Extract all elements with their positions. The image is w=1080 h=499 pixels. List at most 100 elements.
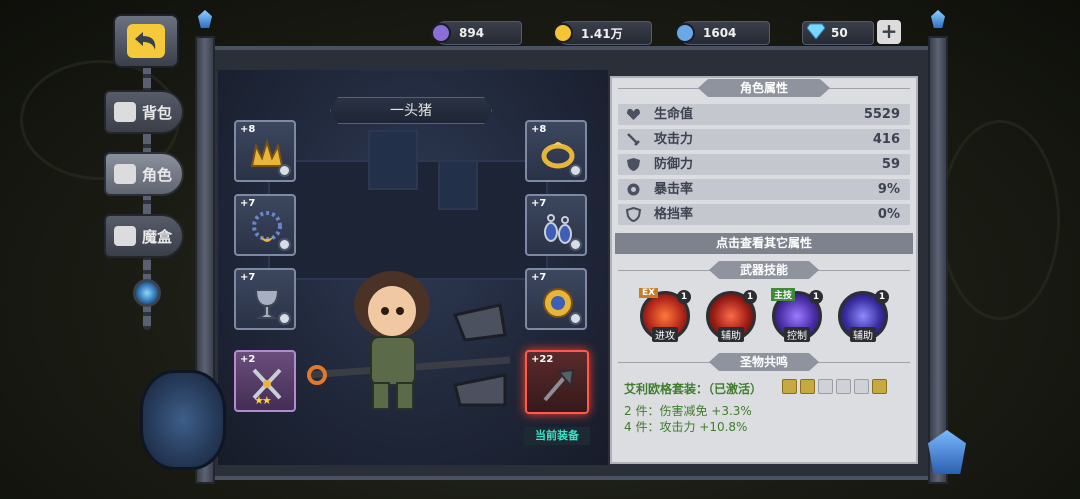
equip-slot-swords[interactable]: +2 ★★ xyxy=(234,350,296,412)
blue-orb-icon xyxy=(675,23,695,43)
stat-label: 生命值 xyxy=(654,107,694,122)
skill-tag: 主技 xyxy=(771,288,796,301)
slot-level: +2 xyxy=(240,354,256,365)
stat-row-crit: 暴击率 9% xyxy=(618,179,910,200)
equip-slot-necklace[interactable]: +7 xyxy=(234,194,296,256)
set-piece-icons xyxy=(782,379,887,394)
set-chalice-icon xyxy=(854,379,869,394)
back-arrow-icon xyxy=(135,32,156,50)
tab-character[interactable]: 角色 xyxy=(104,152,184,196)
set-amulet-icon xyxy=(872,379,887,394)
stat-row-attack: 攻击力 416 xyxy=(618,129,910,150)
stat-value: 59 xyxy=(881,157,900,172)
equip-slot-amulet[interactable]: +7 xyxy=(525,268,587,330)
view-more-attributes-button[interactable]: 点击查看其它属性 xyxy=(615,233,913,254)
sword-icon xyxy=(627,133,640,146)
current-equipment-label: 当前装备 xyxy=(524,427,590,445)
tab-label: 角色 xyxy=(142,165,173,184)
set-name[interactable]: 艾利欧格套装：（已激活） xyxy=(624,380,762,397)
battle-axe-icon xyxy=(543,368,575,402)
equip-slot-earrings[interactable]: +7 xyxy=(525,194,587,256)
slot-level: +8 xyxy=(531,124,547,135)
skill-label: 进攻 xyxy=(652,327,678,342)
skill-label: 辅助 xyxy=(850,327,876,342)
resource-gold[interactable]: 1.41万 xyxy=(553,21,652,45)
magic-box-icon xyxy=(114,226,136,246)
equip-slot-crown[interactable]: +8 xyxy=(234,120,296,182)
skill-count: 1 xyxy=(677,290,691,304)
resource-diamond[interactable]: 50 xyxy=(802,21,874,45)
stat-value: 9% xyxy=(877,182,900,197)
star-rating: ★★ xyxy=(254,394,272,407)
crit-icon xyxy=(627,183,640,196)
resource-blue[interactable]: 1604 xyxy=(675,21,770,45)
set-bonus: 2 件：伤害减免 +3.3% xyxy=(624,404,752,418)
skill-label: 控制 xyxy=(784,327,810,342)
orb-icon xyxy=(133,279,161,307)
tab-magic-box[interactable]: 魔盒 xyxy=(104,214,184,258)
tab-bag[interactable]: 背包 xyxy=(104,90,184,134)
skill-support-1[interactable]: 1 辅助 xyxy=(706,290,757,342)
heart-icon xyxy=(627,108,640,120)
purple-token-icon xyxy=(431,23,451,43)
set-ring-icon xyxy=(800,379,815,394)
tab-label: 背包 xyxy=(142,103,173,122)
resource-value: 1.41万 xyxy=(581,26,623,41)
attributes-header: 角色属性 xyxy=(698,79,830,97)
gold-coin-icon xyxy=(553,23,573,43)
stat-label: 暴击率 xyxy=(654,182,694,197)
shield-icon xyxy=(627,158,640,171)
diamond-icon xyxy=(806,23,827,43)
skill-tag: EX xyxy=(639,288,659,298)
hero-character xyxy=(306,271,511,410)
frame-post xyxy=(928,36,948,484)
skill-count: 1 xyxy=(809,290,823,304)
slot-level: +8 xyxy=(240,124,256,135)
back-button[interactable] xyxy=(113,14,179,68)
bg-vine xyxy=(940,120,1060,320)
resource-value: 894 xyxy=(459,26,485,40)
reforge-icon xyxy=(569,312,582,325)
tab-label: 魔盒 xyxy=(142,227,173,246)
add-diamond-button[interactable]: + xyxy=(877,20,901,44)
stat-value: 416 xyxy=(872,132,900,147)
rune-stone xyxy=(140,370,226,470)
reforge-icon xyxy=(569,238,582,251)
reforge-icon xyxy=(569,164,582,177)
skill-control[interactable]: 主技 1 控制 xyxy=(771,288,823,342)
slot-level: +22 xyxy=(531,354,554,365)
equip-slot-chalice[interactable]: +7 xyxy=(234,268,296,330)
set-crown-icon xyxy=(782,379,797,394)
resonance-header: 圣物共鸣 xyxy=(709,353,819,371)
resource-value: 1604 xyxy=(703,26,737,40)
block-icon xyxy=(626,207,641,222)
set-bonus: 4 件：攻击力 +10.8% xyxy=(624,420,748,434)
equip-slot-ring[interactable]: +8 xyxy=(525,120,587,182)
set-earrings-icon xyxy=(836,379,851,394)
skill-count: 1 xyxy=(875,290,889,304)
stat-label: 格挡率 xyxy=(654,207,694,222)
slot-level: +7 xyxy=(531,272,547,283)
slot-level: +7 xyxy=(240,272,256,283)
stat-value: 0% xyxy=(877,207,900,222)
skill-label: 辅助 xyxy=(718,327,744,342)
skills-header: 武器技能 xyxy=(709,261,819,279)
stat-row-hp: 生命值 5529 xyxy=(618,104,910,125)
skill-attack[interactable]: EX 1 进攻 xyxy=(639,288,691,342)
stat-row-defense: 防御力 59 xyxy=(618,154,910,175)
equip-slot-axe[interactable]: +22 xyxy=(525,350,589,414)
character-name[interactable]: 一头猪 xyxy=(330,97,492,124)
stat-label: 防御力 xyxy=(654,157,694,172)
helmet-icon xyxy=(114,164,136,184)
stat-label: 攻击力 xyxy=(654,132,694,147)
set-necklace-icon xyxy=(818,379,833,394)
reforge-icon xyxy=(278,312,291,325)
skill-support-2[interactable]: 1 辅助 xyxy=(838,290,889,342)
slot-level: +7 xyxy=(531,198,547,209)
bag-icon xyxy=(114,102,136,122)
skill-count: 1 xyxy=(743,290,757,304)
resource-value: 50 xyxy=(831,26,848,40)
slot-level: +7 xyxy=(240,198,256,209)
stat-row-block: 格挡率 0% xyxy=(618,204,910,225)
resource-purple[interactable]: 894 xyxy=(431,21,522,45)
